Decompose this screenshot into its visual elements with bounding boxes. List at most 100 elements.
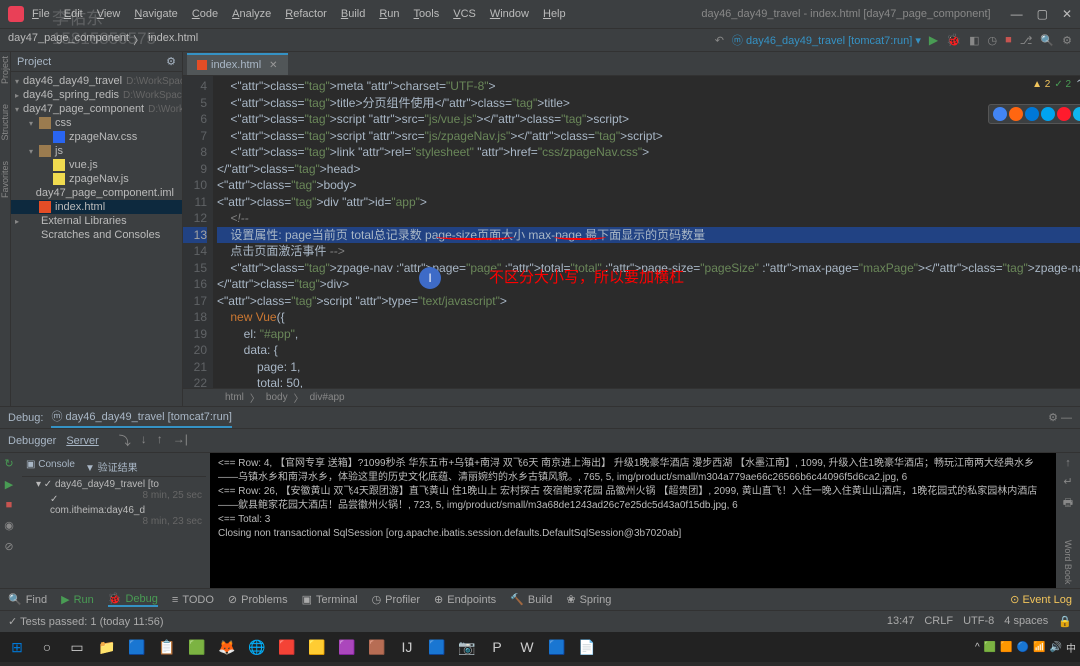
search-icon[interactable]: ○ xyxy=(34,635,60,659)
menu-vcs[interactable]: VCS xyxy=(453,8,476,20)
favorites-tool-button[interactable]: Favorites xyxy=(0,161,10,198)
tree-item[interactable]: ▸External Libraries xyxy=(11,214,182,228)
tree-item[interactable]: zpageNav.js xyxy=(11,172,182,186)
profile-icon[interactable]: ◷ xyxy=(987,34,997,47)
menu-help[interactable]: Help xyxy=(543,8,566,20)
todo-button[interactable]: ≡ TODO xyxy=(172,594,214,606)
tree-item[interactable]: ▾day46_day49_travelD:\WorkSpace\ide xyxy=(11,74,182,88)
tree-item[interactable]: ▸day46_spring_redisD:\WorkSpace\ide xyxy=(11,88,182,102)
menu-refactor[interactable]: Refactor xyxy=(285,8,327,20)
app-icon[interactable]: 🟫 xyxy=(364,635,390,659)
tree-item[interactable]: vue.js xyxy=(11,158,182,172)
tree-item[interactable]: index.html xyxy=(11,200,182,214)
tray-icon[interactable]: 🟧 xyxy=(1000,642,1012,653)
build-button[interactable]: 🔨 Build xyxy=(510,593,552,606)
editor-body[interactable]: 4567891011121314151617181920212223242526… xyxy=(183,76,1080,388)
test-item[interactable]: ▾ ✓ day46_day49_travel [to8 min, 25 sec xyxy=(22,477,206,492)
menu-window[interactable]: Window xyxy=(490,8,529,20)
tree-item[interactable]: day47_page_component.iml xyxy=(11,186,182,200)
menu-tools[interactable]: Tools xyxy=(414,8,440,20)
maximize-icon[interactable]: ▢ xyxy=(1037,7,1048,21)
crumb-div[interactable]: div#app xyxy=(310,392,345,403)
menu-code[interactable]: Code xyxy=(192,8,218,20)
app-icon[interactable]: 🟪 xyxy=(334,635,360,659)
start-icon[interactable]: ⊞ xyxy=(4,635,30,659)
spring-button[interactable]: ❀ Spring xyxy=(566,593,611,606)
project-gear-icon[interactable]: ⚙ xyxy=(166,55,176,68)
tree-item[interactable]: ▾js xyxy=(11,144,182,158)
chevron-icon[interactable]: ⌃⌄ xyxy=(1075,79,1080,90)
firefox-icon[interactable]: 🦊 xyxy=(214,635,240,659)
close-icon[interactable]: ✕ xyxy=(1062,7,1072,21)
event-log-button[interactable]: ⊙ Event Log xyxy=(1010,593,1072,606)
opera-icon[interactable] xyxy=(1057,107,1071,121)
menu-run[interactable]: Run xyxy=(379,8,399,20)
filter-tab[interactable]: ▼ 验证结果 xyxy=(85,459,138,474)
step-out-icon[interactable]: ↑ xyxy=(157,432,163,449)
intellij-icon[interactable]: IJ xyxy=(394,635,420,659)
volume-icon[interactable]: 🔊 xyxy=(1050,642,1062,653)
problems-button[interactable]: ⊘ Problems xyxy=(228,593,288,606)
app-icon[interactable]: 🟦 xyxy=(424,635,450,659)
chrome-icon[interactable] xyxy=(993,107,1007,121)
crumb-html[interactable]: html xyxy=(225,392,244,403)
stop-icon[interactable]: ■ xyxy=(6,499,13,511)
code-content[interactable]: I 不区分大小写，所以要加横杠 <"attr">class="tag">meta… xyxy=(213,76,1080,388)
close-tab-icon[interactable]: ✕ xyxy=(269,60,277,71)
settings-icon[interactable]: ⚙ xyxy=(1062,34,1072,47)
tree-item[interactable]: ▾css xyxy=(11,116,182,130)
crumb-file[interactable]: index.html xyxy=(148,32,198,48)
minimize-icon[interactable]: — xyxy=(1011,7,1023,21)
menu-analyze[interactable]: Analyze xyxy=(232,8,271,20)
warning-icon[interactable]: ▲ 2 xyxy=(1032,79,1050,90)
status-indent[interactable]: 4 spaces xyxy=(1004,615,1048,628)
lock-icon[interactable]: 🔒 xyxy=(1058,615,1072,628)
crumb-project[interactable]: day47_page_component xyxy=(8,32,129,48)
tree-item[interactable]: ▾day47_page_componentD:\WorkSpace\ide xyxy=(11,102,182,116)
tab-debugger[interactable]: Debugger xyxy=(8,435,56,447)
profiler-button[interactable]: ◷ Profiler xyxy=(372,593,420,606)
safari-icon[interactable] xyxy=(1073,107,1080,121)
rerun-icon[interactable]: ↻ xyxy=(4,457,13,470)
crumb-body[interactable]: body xyxy=(266,392,288,403)
task-view-icon[interactable]: ▭ xyxy=(64,635,90,659)
app-icon[interactable]: 🟦 xyxy=(124,635,150,659)
run-to-cursor-icon[interactable]: →| xyxy=(173,432,188,449)
chrome-icon[interactable]: 🌐 xyxy=(244,635,270,659)
clear-icon[interactable]: Word Book xyxy=(1063,540,1073,584)
ie-icon[interactable] xyxy=(1041,107,1055,121)
firefox-icon[interactable] xyxy=(1009,107,1023,121)
menu-build[interactable]: Build xyxy=(341,8,365,20)
mute-icon[interactable]: ⊘ xyxy=(4,540,13,553)
menu-file[interactable]: File xyxy=(32,8,50,20)
tray-icon[interactable]: 🔵 xyxy=(1017,642,1029,653)
edge-icon[interactable] xyxy=(1025,107,1039,121)
app-icon[interactable]: 📷 xyxy=(454,635,480,659)
debug-button[interactable]: 🐞 Debug xyxy=(108,592,158,607)
app-icon[interactable]: 🟥 xyxy=(274,635,300,659)
find-button[interactable]: 🔍 Find xyxy=(8,593,47,606)
coverage-icon[interactable]: ◧ xyxy=(969,34,979,47)
status-crlf[interactable]: CRLF xyxy=(924,615,953,628)
run-config[interactable]: ⓜ day46_day49_travel [tomcat7:run] ▾ xyxy=(732,32,921,48)
run-icon[interactable]: ▶ xyxy=(929,33,938,47)
menu-view[interactable]: View xyxy=(97,8,121,20)
tray-chevron-icon[interactable]: ^ xyxy=(975,642,980,653)
editor-tab-index[interactable]: index.html ✕ xyxy=(187,53,288,75)
tree-item[interactable]: Scratches and Consoles xyxy=(11,228,182,242)
git-icon[interactable]: ⎇ xyxy=(1020,34,1033,47)
stop-icon[interactable]: ■ xyxy=(1005,34,1012,46)
back-icon[interactable]: ↶ xyxy=(715,34,724,47)
console-tab[interactable]: ▣ Console xyxy=(26,459,75,474)
debug-icon[interactable]: 🐞 xyxy=(946,33,961,47)
app-icon[interactable]: 🟦 xyxy=(544,635,570,659)
ppt-icon[interactable]: P xyxy=(484,635,510,659)
project-tool-button[interactable]: Project xyxy=(0,56,10,84)
structure-tool-button[interactable]: Structure xyxy=(0,104,10,141)
ime-icon[interactable]: 中 xyxy=(1066,640,1076,655)
status-encoding[interactable]: UTF-8 xyxy=(963,615,994,628)
resume-icon[interactable]: ▶ xyxy=(5,478,13,491)
step-over-icon[interactable]: ⤵ xyxy=(119,432,131,449)
app-icon[interactable]: 📋 xyxy=(154,635,180,659)
breakpoints-icon[interactable]: ◉ xyxy=(4,519,14,532)
